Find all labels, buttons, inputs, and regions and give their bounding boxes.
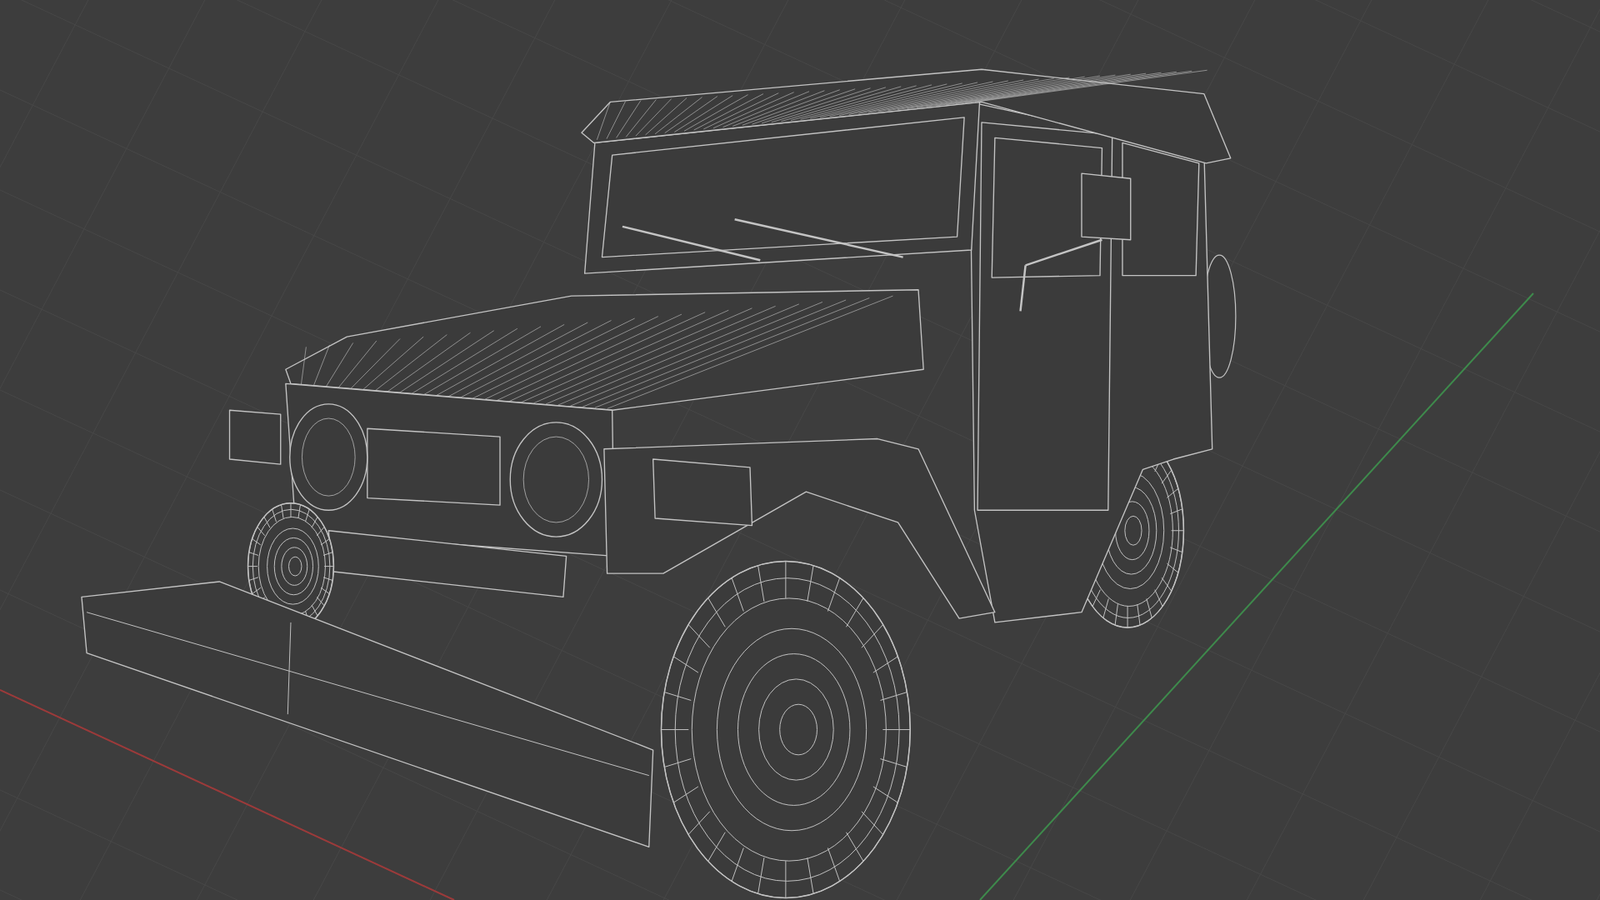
windshield-glass bbox=[601, 117, 965, 258]
floor-grid bbox=[0, 0, 1600, 900]
signal-light-left bbox=[230, 410, 281, 465]
cabin-side bbox=[969, 101, 1212, 622]
roof bbox=[581, 69, 1231, 164]
grille bbox=[367, 428, 500, 505]
headlight-left bbox=[290, 404, 368, 510]
front-right-wheel bbox=[660, 560, 910, 898]
mirror-arm bbox=[1025, 240, 1103, 266]
front-face bbox=[285, 383, 615, 556]
viewport-canvas[interactable] bbox=[0, 0, 1600, 900]
wiper-right bbox=[735, 219, 904, 257]
lower-panel bbox=[328, 530, 566, 598]
front-bumper bbox=[81, 581, 654, 847]
headlight-right bbox=[510, 422, 602, 537]
blender-viewport[interactable] bbox=[0, 0, 1600, 900]
side-mirror bbox=[1081, 173, 1131, 240]
vehicle-wireframe[interactable] bbox=[81, 69, 1236, 898]
wiper-left bbox=[622, 226, 760, 260]
rear-side-window bbox=[1122, 142, 1200, 275]
signal-light-right bbox=[653, 459, 753, 526]
mirror-arm-lower bbox=[1020, 265, 1026, 311]
